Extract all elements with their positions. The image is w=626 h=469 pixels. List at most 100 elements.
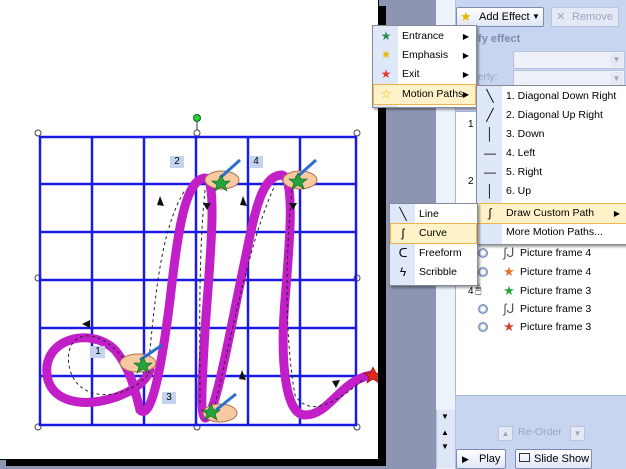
step-label: 1 bbox=[91, 346, 105, 358]
menu-item-right[interactable]: — 5. Right bbox=[478, 163, 626, 182]
list-item[interactable]: ★ Picture frame 3 bbox=[478, 318, 626, 336]
curve-tool-icon: ʃ bbox=[401, 226, 405, 240]
custom-path-icon: ʃᒍ bbox=[503, 301, 515, 316]
submenu-arrow-icon: ▶ bbox=[462, 70, 469, 79]
entrance-star-icon: ★ bbox=[503, 283, 515, 298]
move-up-icon[interactable]: ▲ bbox=[498, 426, 513, 441]
start-combo[interactable]: ▼ bbox=[513, 51, 625, 69]
list-item[interactable]: ★ Picture frame 3 bbox=[478, 282, 626, 300]
on-click-icon bbox=[478, 248, 488, 258]
add-effect-menu: ★ Entrance ▶ ✷ Emphasis ▶ ★ Exit ▶ ☆ Mot… bbox=[372, 25, 477, 108]
menu-item-label: Exit bbox=[402, 68, 420, 80]
step-label: 3 bbox=[162, 392, 176, 404]
menu-item-label: 5. Right bbox=[506, 166, 543, 178]
menu-item-entrance[interactable]: ★ Entrance ▶ bbox=[374, 27, 475, 46]
menu-item-curve[interactable]: ʃ Curve bbox=[390, 223, 477, 244]
list-item[interactable]: ★ Picture frame 4 bbox=[478, 263, 626, 281]
slide-shadow bbox=[6, 459, 386, 466]
step-label: 4 bbox=[249, 156, 263, 168]
guide-paths bbox=[68, 184, 366, 408]
menu-item-diagonal-up-right[interactable]: ╱ 2. Diagonal Up Right bbox=[478, 106, 626, 125]
menu-item-motion-paths[interactable]: ☆ Motion Paths ▶ bbox=[373, 84, 476, 105]
menu-item-exit[interactable]: ★ Exit ▶ bbox=[374, 65, 475, 84]
menu-item-label: Motion Paths bbox=[402, 88, 464, 100]
chevron-down-icon: ▼ bbox=[610, 53, 623, 67]
menu-item-diagonal-down-right[interactable]: ╲ 1. Diagonal Down Right bbox=[478, 87, 626, 106]
emphasis-star-icon: ★ bbox=[503, 264, 515, 279]
menu-item-label: More Motion Paths... bbox=[506, 226, 603, 238]
menu-item-label: 3. Down bbox=[506, 128, 545, 140]
step-label: 2 bbox=[170, 156, 184, 168]
menu-item-left[interactable]: — 4. Left bbox=[478, 144, 626, 163]
motion-paths-menu: ╲ 1. Diagonal Down Right ╱ 2. Diagonal U… bbox=[476, 85, 626, 245]
list-item-label: Picture frame 3 bbox=[520, 321, 592, 333]
down-line-icon: │ bbox=[486, 127, 494, 141]
remove-icon: ✕ bbox=[556, 11, 566, 23]
modify-effect-heading: ify effect bbox=[475, 33, 521, 45]
menu-item-label: Scribble bbox=[419, 266, 457, 278]
left-line-icon: — bbox=[484, 146, 496, 160]
menu-item-label: 1. Diagonal Down Right bbox=[506, 90, 617, 102]
on-click-icon bbox=[478, 322, 488, 332]
menu-item-emphasis[interactable]: ✷ Emphasis ▶ bbox=[374, 46, 475, 65]
submenu-arrow-icon: ▶ bbox=[613, 209, 620, 218]
play-icon: ▶ bbox=[462, 454, 469, 464]
menu-item-label: Emphasis bbox=[402, 49, 449, 61]
menu-item-label: 2. Diagonal Up Right bbox=[506, 109, 603, 121]
star-icon: ★ bbox=[460, 9, 472, 24]
list-number: 4 bbox=[468, 286, 474, 297]
list-item-label: Picture frame 3 bbox=[520, 303, 592, 315]
menu-item-label: Line bbox=[419, 208, 439, 220]
emphasis-star-icon: ✷ bbox=[380, 48, 392, 62]
line-tool-icon: ╲ bbox=[399, 207, 407, 221]
next-slide-icon[interactable]: ▼ bbox=[441, 442, 449, 451]
menu-item-down[interactable]: │ 3. Down bbox=[478, 125, 626, 144]
chevron-down-icon: ▼ bbox=[610, 72, 623, 86]
slide-show-button[interactable]: Slide Show bbox=[515, 449, 592, 469]
reorder-label: Re-Order bbox=[518, 426, 562, 438]
list-item[interactable]: ʃᒍ Picture frame 4 bbox=[478, 244, 626, 262]
draw-custom-path-menu: ╲ Line ʃ Curve ᑕ Freeform ϟ Scribble bbox=[389, 203, 478, 286]
remove-button[interactable]: ✕ Remove bbox=[551, 7, 619, 27]
scribble-tool-icon: ϟ bbox=[399, 265, 407, 279]
prev-slide-icon[interactable]: ▲ bbox=[441, 428, 449, 437]
list-item-label: Picture frame 3 bbox=[520, 285, 592, 297]
rotate-handle bbox=[193, 114, 201, 122]
submenu-arrow-icon: ▶ bbox=[462, 51, 469, 60]
menu-item-up[interactable]: │ 6. Up bbox=[478, 182, 626, 201]
cursive-letter-m bbox=[42, 170, 377, 423]
menu-item-label: 6. Up bbox=[506, 185, 532, 197]
add-effect-label: Add Effect bbox=[479, 11, 530, 23]
slideshow-icon bbox=[519, 453, 530, 462]
custom-path-icon: ʃᒍ bbox=[503, 245, 515, 260]
slide-canvas[interactable]: 1 2 3 4 bbox=[0, 0, 379, 460]
on-click-icon bbox=[478, 267, 488, 277]
exit-star-icon: ★ bbox=[503, 319, 515, 334]
menu-item-label: 4. Left bbox=[506, 147, 536, 159]
submenu-arrow-icon: ▶ bbox=[462, 32, 469, 41]
selection-handles bbox=[34, 114, 361, 431]
menu-item-label: Freeform bbox=[419, 247, 462, 259]
add-effect-button[interactable]: ★ Add Effect ▼ bbox=[456, 7, 544, 27]
menu-item-line[interactable]: ╲ Line bbox=[391, 205, 476, 224]
play-button[interactable]: ▶ Play bbox=[456, 449, 506, 469]
menu-item-freeform[interactable]: ᑕ Freeform bbox=[391, 244, 476, 263]
menu-item-label: Curve bbox=[419, 227, 448, 239]
list-item[interactable]: ʃᒍ Picture frame 3 bbox=[478, 300, 626, 318]
on-click-icon bbox=[478, 304, 488, 314]
list-number: 1 bbox=[468, 119, 474, 130]
slide-scroll-controls: ▼ ▲ ▼ bbox=[436, 410, 455, 468]
up-line-icon: │ bbox=[486, 184, 494, 198]
remove-label: Remove bbox=[572, 11, 613, 23]
scroll-down-arrow-icon[interactable]: ▼ bbox=[441, 412, 449, 421]
reorder-controls: ▲ Re-Order ▼ bbox=[490, 425, 600, 441]
menu-item-draw-custom-path[interactable]: ∫ Draw Custom Path ▶ bbox=[477, 203, 626, 224]
move-down-icon[interactable]: ▼ bbox=[570, 426, 585, 441]
freeform-tool-icon: ᑕ bbox=[398, 246, 408, 260]
property-label: erty: bbox=[478, 72, 498, 83]
diagonal-down-icon: ╲ bbox=[486, 89, 494, 103]
entrance-star-icon: ★ bbox=[380, 29, 392, 43]
menu-item-scribble[interactable]: ϟ Scribble bbox=[391, 263, 476, 282]
right-line-icon: — bbox=[484, 165, 496, 179]
menu-item-more-motion-paths[interactable]: More Motion Paths... bbox=[478, 223, 626, 242]
